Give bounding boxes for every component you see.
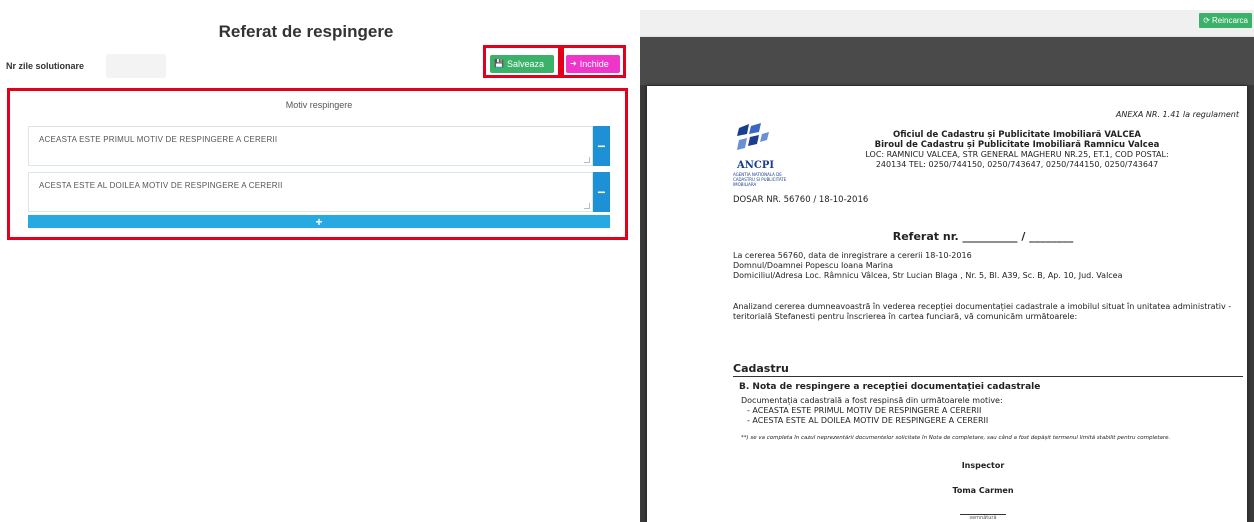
- reload-icon: ⟳: [1203, 16, 1210, 25]
- office-line-1: Oficiul de Cadastru și Publicitate Imobi…: [893, 130, 1141, 140]
- request-line-1: La cererea 56760, data de inregistrare a…: [733, 251, 972, 260]
- footnote: **) se va completa în cazul neprezentări…: [741, 435, 1171, 441]
- nota-intro: Documentația cadastrală a fost respinsă …: [741, 396, 1003, 405]
- reason-row: ACESTA ESTE AL DOILEA MOTIV DE RESPINGER…: [28, 172, 610, 212]
- save-label: Salveaza: [506, 59, 544, 69]
- rejection-form-panel: Referat de respingere Nr zile solutionar…: [0, 0, 628, 522]
- referat-heading: Referat nr. __________ / ________: [892, 230, 1074, 243]
- inspector-name: Toma Carmen: [952, 486, 1014, 495]
- nota-title: B. Nota de respingere a recepției docume…: [739, 382, 1041, 392]
- save-icon: 💾: [494, 59, 504, 68]
- request-line-3: Domiciliul/Adresa Loc. Râmnicu Vâlcea, S…: [733, 271, 1123, 280]
- reason-text: ACESTA ESTE AL DOILEA MOTIV DE RESPINGER…: [39, 181, 283, 190]
- remove-reason-button[interactable]: −: [593, 126, 610, 166]
- document-page: ANEXA NR. 1.41 la regulament ANCPI AGENT…: [647, 86, 1247, 522]
- nota-item: - ACESTA ESTE AL DOILEA MOTIV DE RESPING…: [747, 416, 989, 425]
- request-details: La cererea 56760, data de inregistrare a…: [733, 251, 1233, 281]
- add-reason-button[interactable]: +: [28, 215, 610, 229]
- reload-label: Reincarca: [1211, 16, 1248, 25]
- dosar-number: DOSAR NR. 56760 / 18-10-2016: [733, 195, 869, 205]
- remove-reason-button[interactable]: −: [593, 172, 610, 212]
- signature-label: semnătură: [969, 515, 997, 521]
- office-header: Oficiul de Cadastru și Publicitate Imobi…: [797, 130, 1237, 170]
- inspector-label: Inspector: [961, 461, 1005, 470]
- logo-subtext: AGENTIA NATIONALA DE CADASTRU SI PUBLICI…: [733, 172, 787, 187]
- ancpi-logo-icon: [737, 123, 769, 150]
- days-label: Nr zile solutionare: [6, 61, 85, 71]
- section-heading: Cadastru: [733, 362, 1243, 377]
- days-input[interactable]: [106, 54, 166, 78]
- reason-row: ACEASTA ESTE PRIMUL MOTIV DE RESPINGERE …: [28, 126, 610, 166]
- viewer-toolbar: [640, 10, 1254, 37]
- request-line-2: Domnul/Doamnei Popescu Ioana Marina: [733, 261, 893, 270]
- nota-body: Documentația cadastrală a fost respinsă …: [741, 396, 1003, 426]
- office-line-4: 240134 TEL: 0250/744150, 0250/743647, 02…: [875, 160, 1159, 169]
- logo-text: ANCPI: [737, 160, 775, 171]
- office-line-2: Biroul de Cadastru și Publicitate Imobil…: [874, 140, 1160, 150]
- reason-text: ACEASTA ESTE PRIMUL MOTIV DE RESPINGERE …: [39, 135, 278, 144]
- exit-icon: ➜: [570, 59, 577, 68]
- save-button[interactable]: 💾 Salveaza: [490, 55, 554, 73]
- office-line-3: LOC: RAMNICU VALCEA, STR GENERAL MAGHERU…: [865, 150, 1169, 159]
- close-label: Inchide: [579, 59, 609, 69]
- resize-grip-icon[interactable]: [584, 157, 590, 163]
- reason-textarea[interactable]: ACEASTA ESTE PRIMUL MOTIV DE RESPINGERE …: [28, 126, 593, 166]
- viewer-header-bar: [640, 37, 1254, 85]
- reasons-title: Motiv respingere: [285, 100, 353, 110]
- resize-grip-icon[interactable]: [584, 203, 590, 209]
- reason-textarea[interactable]: ACESTA ESTE AL DOILEA MOTIV DE RESPINGER…: [28, 172, 593, 212]
- ancpi-logo: ANCPI AGENTIA NATIONALA DE CADASTRU SI P…: [731, 120, 793, 187]
- page-title: Referat de respingere: [218, 22, 394, 41]
- close-button[interactable]: ➜ Inchide: [566, 55, 620, 73]
- reload-button[interactable]: ⟳ Reincarca: [1199, 13, 1252, 28]
- annex-label: ANEXA NR. 1.41 la regulament: [1115, 110, 1239, 119]
- nota-item: - ACEASTA ESTE PRIMUL MOTIV DE RESPINGER…: [747, 406, 982, 415]
- analysis-paragraph: Analizand cererea dumneavoastră în veder…: [733, 302, 1232, 321]
